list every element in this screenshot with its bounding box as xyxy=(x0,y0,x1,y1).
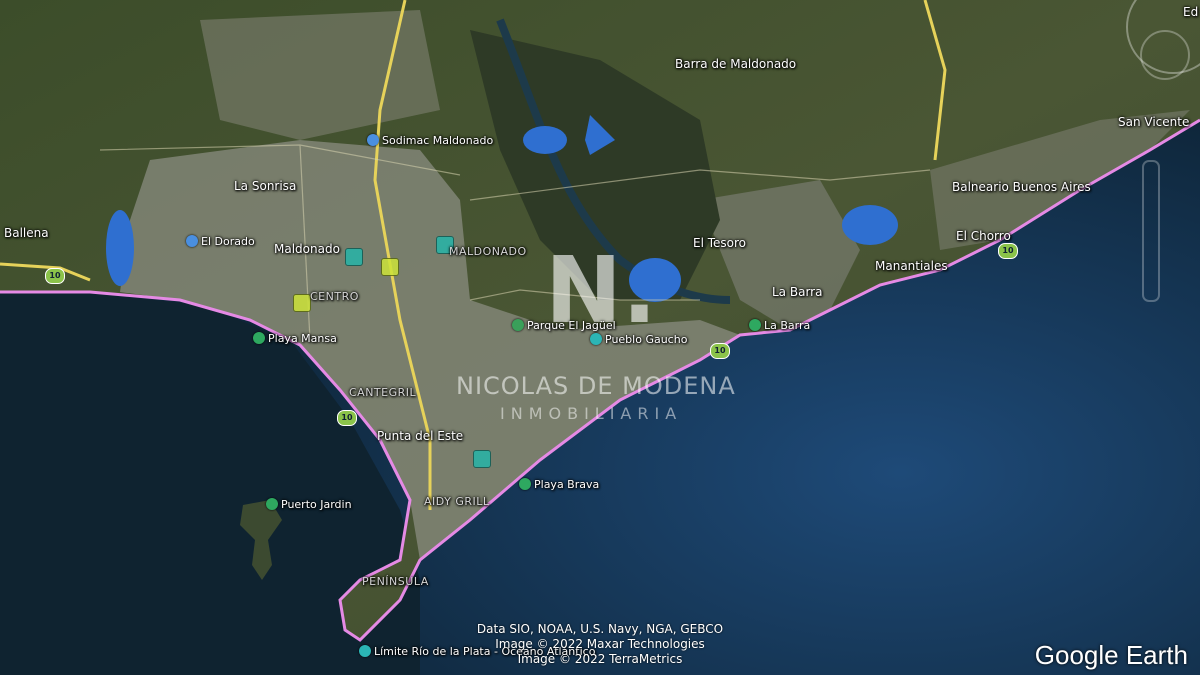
district-marker[interactable] xyxy=(473,450,491,468)
route-10-shield: 10 xyxy=(710,343,730,359)
district-marker[interactable] xyxy=(345,248,363,266)
watermark-subtitle: INMOBILIARIA xyxy=(500,404,683,423)
attribution: Data SIO, NOAA, U.S. Navy, NGA, GEBCO Im… xyxy=(440,622,760,667)
navigation-control[interactable] xyxy=(1140,30,1190,80)
landmark-icon xyxy=(359,645,371,657)
route-10-shield: 10 xyxy=(45,268,65,284)
poi-playa-brava[interactable]: Playa Brava xyxy=(519,478,599,491)
poi-sodimac[interactable]: Sodimac Maldonado xyxy=(367,134,493,147)
district-centro[interactable]: CENTRO xyxy=(310,290,359,303)
attribution-line: Image © 2022 TerraMetrics xyxy=(517,652,683,666)
google-earth-logo: Google Earth xyxy=(1034,640,1188,670)
attribution-line: Image © 2022 Maxar Technologies xyxy=(495,637,705,651)
beach-umbrella-icon xyxy=(749,319,761,331)
district-marker[interactable] xyxy=(293,294,311,312)
route-10-shield: 10 xyxy=(337,410,357,426)
place-la-barra[interactable]: La Barra xyxy=(772,285,822,299)
poi-la-barra-beach[interactable]: La Barra xyxy=(749,319,810,332)
place-ballena[interactable]: Ballena xyxy=(4,226,49,240)
poi-puerto-jardin[interactable]: Puerto Jardin xyxy=(266,498,352,511)
lagoon-1 xyxy=(106,210,134,286)
place-balneario-buenos-aires[interactable]: Balneario Buenos Aires xyxy=(952,180,1091,194)
place-el-tesoro[interactable]: El Tesoro xyxy=(693,236,746,250)
poi-parque-el-jaguel[interactable]: Parque El Jagüel xyxy=(512,319,616,332)
watermark-name: NICOLAS DE MODENA xyxy=(456,372,736,400)
district-aidy-grill[interactable]: AIDY GRILL xyxy=(424,495,490,508)
place-san-vicente[interactable]: San Vicente xyxy=(1118,115,1189,129)
beach-umbrella-icon xyxy=(266,498,278,510)
place-maldonado[interactable]: Maldonado xyxy=(274,242,340,256)
lagoon-5 xyxy=(842,205,898,245)
poi-el-dorado[interactable]: El Dorado xyxy=(186,235,255,248)
beach-umbrella-icon xyxy=(519,478,531,490)
tree-icon xyxy=(512,319,524,331)
place-punta-del-este[interactable]: Punta del Este xyxy=(377,429,463,443)
district-marker[interactable] xyxy=(381,258,399,276)
beach-umbrella-icon xyxy=(253,332,265,344)
place-el-chorro[interactable]: El Chorro xyxy=(956,229,1011,243)
place-manantiales[interactable]: Manantiales xyxy=(875,259,948,273)
shopping-bag-icon xyxy=(367,134,379,146)
district-maldonado[interactable]: MALDONADO xyxy=(449,245,527,258)
poi-pueblo-gaucho[interactable]: Pueblo Gaucho xyxy=(590,333,687,346)
attraction-icon xyxy=(590,333,602,345)
poi-playa-mansa[interactable]: Playa Mansa xyxy=(253,332,337,345)
attribution-line: Data SIO, NOAA, U.S. Navy, NGA, GEBCO xyxy=(476,622,724,636)
lagoon-2 xyxy=(523,126,567,154)
district-cantegril[interactable]: CANTEGRIL xyxy=(349,386,416,399)
place-barra-de-maldonado[interactable]: Barra de Maldonado xyxy=(675,57,796,71)
shopping-cart-icon xyxy=(186,235,198,247)
district-peninsula[interactable]: PENÍNSULA xyxy=(362,575,429,588)
route-10-shield: 10 xyxy=(998,243,1018,259)
zoom-slider[interactable] xyxy=(1142,160,1160,302)
place-la-sonrisa[interactable]: La Sonrisa xyxy=(234,179,296,193)
